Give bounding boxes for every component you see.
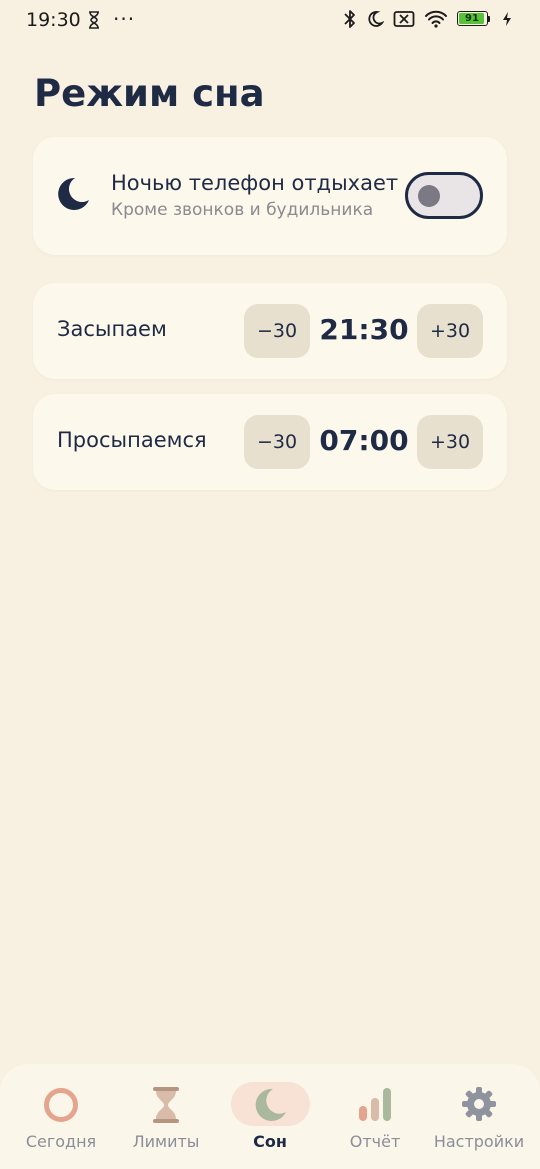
nav-item-sleep[interactable]: Сон — [216, 1064, 324, 1164]
sleep-time-value: 21:30 — [319, 313, 409, 346]
nav-label-today: Сегодня — [25, 1132, 97, 1151]
nav-label-settings: Настройки — [433, 1132, 525, 1151]
status-bar: 19:30 ··· 91 — [0, 0, 540, 40]
nav-label-sleep: Сон — [253, 1132, 287, 1151]
sleep-time-label: Засыпаем — [57, 317, 167, 341]
wake-time-value: 07:00 — [319, 424, 409, 457]
wake-time-plus-button[interactable]: +30 — [417, 415, 483, 469]
nav-item-report[interactable]: Отчёт — [321, 1064, 429, 1164]
wake-time-minus-button[interactable]: −30 — [244, 415, 310, 469]
toggle-knob — [418, 185, 440, 207]
night-mode-toggle[interactable] — [405, 172, 483, 219]
status-time: 19:30 — [26, 9, 81, 31]
gear-icon — [461, 1086, 497, 1126]
moon-icon — [251, 1086, 289, 1128]
status-more-dots: ··· — [113, 7, 136, 31]
hourglass-icon — [151, 1086, 181, 1128]
sleep-time-plus-button[interactable]: +30 — [417, 304, 483, 358]
page-title: Режим сна — [34, 72, 265, 115]
battery-icon: 91 — [457, 10, 493, 28]
nav-item-settings[interactable]: Настройки — [425, 1064, 533, 1164]
hourglass-icon — [87, 11, 101, 33]
bluetooth-icon — [343, 9, 357, 29]
nav-item-limits[interactable]: Лимиты — [112, 1064, 220, 1164]
night-mode-title: Ночью телефон отдыхает — [111, 171, 399, 195]
nav-item-today[interactable]: Сегодня — [7, 1064, 115, 1164]
nav-label-limits: Лимиты — [132, 1132, 200, 1151]
ring-icon — [42, 1086, 80, 1128]
nav-label-report: Отчёт — [349, 1132, 401, 1151]
wifi-icon — [424, 10, 448, 28]
night-mode-subtitle: Кроме звонков и будильника — [111, 200, 374, 220]
status-icons: 91 — [343, 9, 512, 29]
battery-level: 91 — [465, 12, 479, 24]
moon-icon — [366, 10, 384, 28]
bar-chart-icon — [357, 1086, 393, 1126]
wake-time-label: Просыпаемся — [57, 428, 207, 452]
moon-icon — [54, 175, 92, 217]
charging-icon — [502, 11, 512, 27]
sim-off-icon — [393, 10, 415, 28]
sleep-time-minus-button[interactable]: −30 — [244, 304, 310, 358]
